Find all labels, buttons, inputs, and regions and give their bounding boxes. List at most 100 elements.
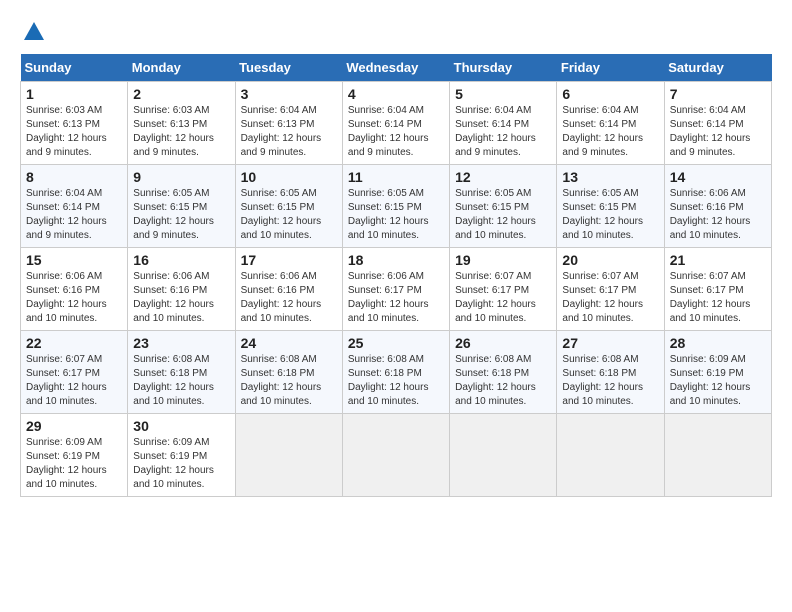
calendar-header-row: SundayMondayTuesdayWednesdayThursdayFrid… — [21, 54, 772, 82]
day-info: Sunrise: 6:09 AMSunset: 6:19 PMDaylight:… — [670, 353, 766, 409]
calendar-week-row: 22Sunrise: 6:07 AMSunset: 6:17 PMDayligh… — [21, 331, 772, 414]
day-info: Sunrise: 6:04 AMSunset: 6:14 PMDaylight:… — [26, 187, 122, 243]
day-number: 22 — [26, 335, 122, 351]
day-number: 6 — [562, 86, 658, 102]
calendar-week-row: 1 Sunrise: 6:03 AMSunset: 6:13 PMDaylight… — [21, 82, 772, 165]
calendar-body: 1 Sunrise: 6:03 AMSunset: 6:13 PMDaylight… — [21, 82, 772, 497]
day-number: 10 — [241, 169, 337, 185]
day-info: Sunrise: 6:08 AMSunset: 6:18 PMDaylight:… — [562, 353, 658, 409]
calendar-cell: 5 Sunrise: 6:04 AMSunset: 6:14 PMDaylight… — [450, 82, 557, 165]
day-info: Sunrise: 6:09 AMSunset: 6:19 PMDaylight:… — [26, 436, 122, 492]
weekday-header: Sunday — [21, 54, 128, 82]
day-number: 30 — [133, 418, 229, 434]
day-number: 4 — [348, 86, 444, 102]
calendar-cell: 10 Sunrise: 6:05 AMSunset: 6:15 PMDayligh… — [235, 165, 342, 248]
calendar-cell: 18 Sunrise: 6:06 AMSunset: 6:17 PMDayligh… — [342, 248, 449, 331]
day-number: 23 — [133, 335, 229, 351]
weekday-header: Saturday — [664, 54, 771, 82]
day-info: Sunrise: 6:03 AMSunset: 6:13 PMDaylight:… — [26, 104, 122, 160]
day-number: 18 — [348, 252, 444, 268]
calendar-cell: 19 Sunrise: 6:07 AMSunset: 6:17 PMDayligh… — [450, 248, 557, 331]
calendar-cell — [557, 414, 664, 497]
day-number: 24 — [241, 335, 337, 351]
day-number: 12 — [455, 169, 551, 185]
day-info: Sunrise: 6:08 AMSunset: 6:18 PMDaylight:… — [348, 353, 444, 409]
calendar-table: SundayMondayTuesdayWednesdayThursdayFrid… — [20, 54, 772, 497]
calendar-cell: 1 Sunrise: 6:03 AMSunset: 6:13 PMDaylight… — [21, 82, 128, 165]
calendar-week-row: 15 Sunrise: 6:06 AMSunset: 6:16 PMDayligh… — [21, 248, 772, 331]
day-info: Sunrise: 6:09 AMSunset: 6:19 PMDaylight:… — [133, 436, 229, 492]
day-number: 15 — [26, 252, 122, 268]
calendar-cell — [342, 414, 449, 497]
day-info: Sunrise: 6:06 AMSunset: 6:16 PMDaylight:… — [670, 187, 766, 243]
day-info: Sunrise: 6:05 AMSunset: 6:15 PMDaylight:… — [241, 187, 337, 243]
day-number: 20 — [562, 252, 658, 268]
calendar-cell: 8Sunrise: 6:04 AMSunset: 6:14 PMDaylight… — [21, 165, 128, 248]
calendar-week-row: 29 Sunrise: 6:09 AMSunset: 6:19 PMDayligh… — [21, 414, 772, 497]
calendar-cell — [450, 414, 557, 497]
calendar-cell — [235, 414, 342, 497]
day-info: Sunrise: 6:06 AMSunset: 6:16 PMDaylight:… — [241, 270, 337, 326]
calendar-cell: 21 Sunrise: 6:07 AMSunset: 6:17 PMDayligh… — [664, 248, 771, 331]
day-info: Sunrise: 6:08 AMSunset: 6:18 PMDaylight:… — [455, 353, 551, 409]
calendar-cell: 11 Sunrise: 6:05 AMSunset: 6:15 PMDayligh… — [342, 165, 449, 248]
calendar-cell: 17 Sunrise: 6:06 AMSunset: 6:16 PMDayligh… — [235, 248, 342, 331]
day-info: Sunrise: 6:07 AMSunset: 6:17 PMDaylight:… — [670, 270, 766, 326]
day-number: 11 — [348, 169, 444, 185]
day-number: 13 — [562, 169, 658, 185]
day-number: 25 — [348, 335, 444, 351]
calendar-cell: 28 Sunrise: 6:09 AMSunset: 6:19 PMDayligh… — [664, 331, 771, 414]
day-info: Sunrise: 6:05 AMSunset: 6:15 PMDaylight:… — [562, 187, 658, 243]
day-info: Sunrise: 6:04 AMSunset: 6:14 PMDaylight:… — [455, 104, 551, 160]
day-info: Sunrise: 6:04 AMSunset: 6:14 PMDaylight:… — [562, 104, 658, 160]
day-number: 5 — [455, 86, 551, 102]
day-number: 21 — [670, 252, 766, 268]
logo-icon — [22, 20, 46, 44]
weekday-header: Friday — [557, 54, 664, 82]
calendar-cell: 13 Sunrise: 6:05 AMSunset: 6:15 PMDayligh… — [557, 165, 664, 248]
day-info: Sunrise: 6:05 AMSunset: 6:15 PMDaylight:… — [348, 187, 444, 243]
day-number: 27 — [562, 335, 658, 351]
weekday-header: Monday — [128, 54, 235, 82]
day-info: Sunrise: 6:04 AMSunset: 6:14 PMDaylight:… — [670, 104, 766, 160]
day-info: Sunrise: 6:04 AMSunset: 6:13 PMDaylight:… — [241, 104, 337, 160]
day-info: Sunrise: 6:08 AMSunset: 6:18 PMDaylight:… — [133, 353, 229, 409]
weekday-header: Thursday — [450, 54, 557, 82]
day-number: 7 — [670, 86, 766, 102]
day-number: 26 — [455, 335, 551, 351]
calendar-cell: 4 Sunrise: 6:04 AMSunset: 6:14 PMDaylight… — [342, 82, 449, 165]
calendar-cell: 30 Sunrise: 6:09 AMSunset: 6:19 PMDayligh… — [128, 414, 235, 497]
calendar-cell: 16Sunrise: 6:06 AMSunset: 6:16 PMDayligh… — [128, 248, 235, 331]
day-number: 14 — [670, 169, 766, 185]
day-number: 29 — [26, 418, 122, 434]
calendar-cell: 20 Sunrise: 6:07 AMSunset: 6:17 PMDayligh… — [557, 248, 664, 331]
calendar-cell: 24 Sunrise: 6:08 AMSunset: 6:18 PMDayligh… — [235, 331, 342, 414]
calendar-cell: 9 Sunrise: 6:05 AMSunset: 6:15 PMDaylight… — [128, 165, 235, 248]
day-number: 3 — [241, 86, 337, 102]
day-info: Sunrise: 6:06 AMSunset: 6:17 PMDaylight:… — [348, 270, 444, 326]
day-info: Sunrise: 6:07 AMSunset: 6:17 PMDaylight:… — [455, 270, 551, 326]
day-number: 17 — [241, 252, 337, 268]
weekday-header: Wednesday — [342, 54, 449, 82]
day-number: 9 — [133, 169, 229, 185]
day-info: Sunrise: 6:08 AMSunset: 6:18 PMDaylight:… — [241, 353, 337, 409]
day-info: Sunrise: 6:05 AMSunset: 6:15 PMDaylight:… — [455, 187, 551, 243]
calendar-cell: 3 Sunrise: 6:04 AMSunset: 6:13 PMDaylight… — [235, 82, 342, 165]
day-info: Sunrise: 6:05 AMSunset: 6:15 PMDaylight:… — [133, 187, 229, 243]
calendar-cell: 29 Sunrise: 6:09 AMSunset: 6:19 PMDayligh… — [21, 414, 128, 497]
calendar-cell: 14 Sunrise: 6:06 AMSunset: 6:16 PMDayligh… — [664, 165, 771, 248]
day-number: 2 — [133, 86, 229, 102]
day-number: 16 — [133, 252, 229, 268]
logo — [20, 20, 46, 44]
day-info: Sunrise: 6:07 AMSunset: 6:17 PMDaylight:… — [562, 270, 658, 326]
day-number: 1 — [26, 86, 122, 102]
calendar-cell: 15Sunrise: 6:06 AMSunset: 6:16 PMDayligh… — [21, 248, 128, 331]
calendar-cell: 25 Sunrise: 6:08 AMSunset: 6:18 PMDayligh… — [342, 331, 449, 414]
calendar-cell: 7 Sunrise: 6:04 AMSunset: 6:14 PMDaylight… — [664, 82, 771, 165]
calendar-cell: 6 Sunrise: 6:04 AMSunset: 6:14 PMDaylight… — [557, 82, 664, 165]
day-number: 28 — [670, 335, 766, 351]
calendar-cell: 26 Sunrise: 6:08 AMSunset: 6:18 PMDayligh… — [450, 331, 557, 414]
day-info: Sunrise: 6:04 AMSunset: 6:14 PMDaylight:… — [348, 104, 444, 160]
day-number: 19 — [455, 252, 551, 268]
calendar-cell: 2Sunrise: 6:03 AMSunset: 6:13 PMDaylight… — [128, 82, 235, 165]
